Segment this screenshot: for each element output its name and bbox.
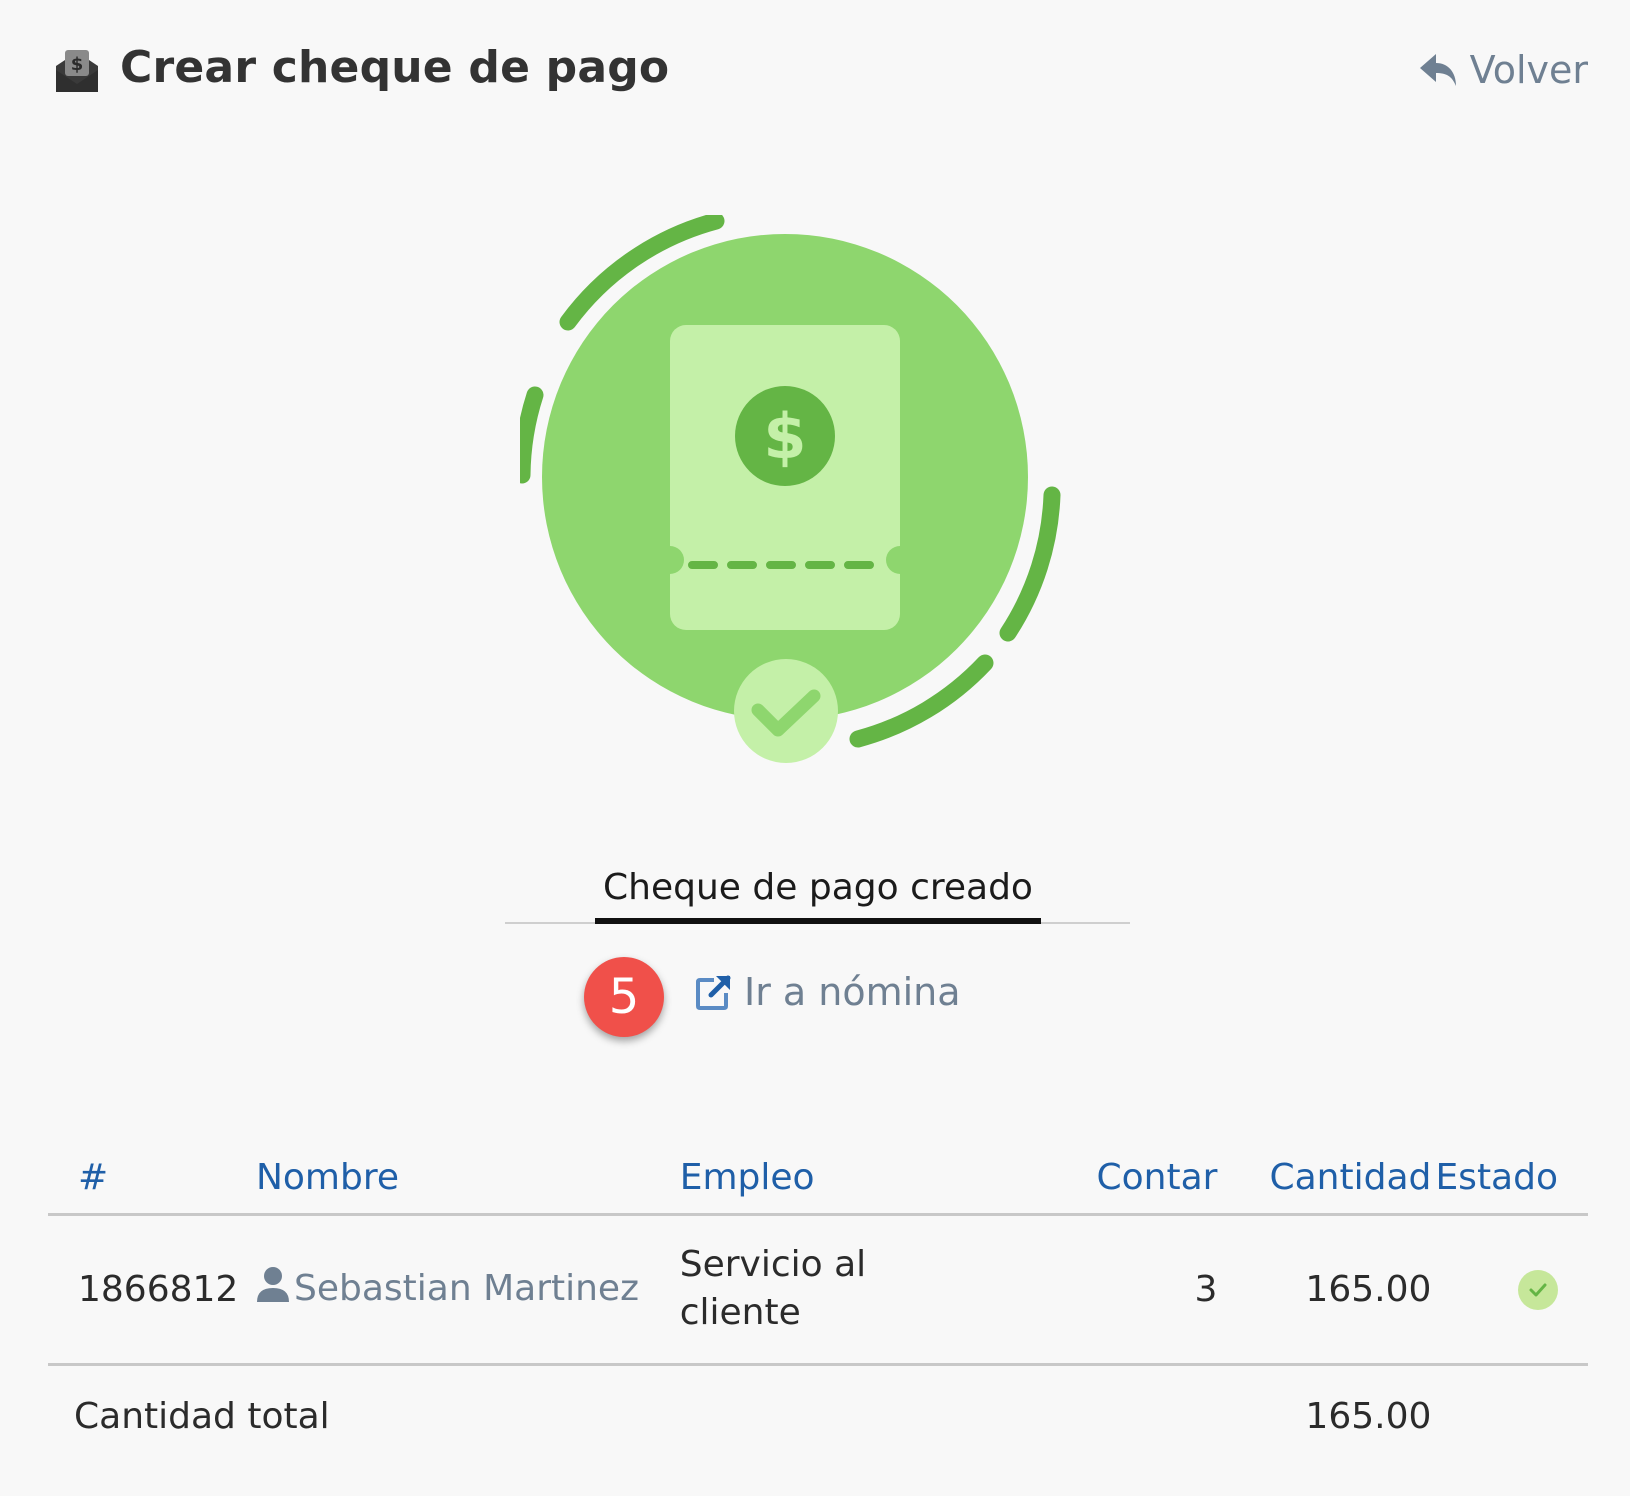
back-button-label: Volver [1469,48,1588,92]
success-tab[interactable]: Cheque de pago creado [505,860,1130,924]
status-ok-icon [1518,1270,1558,1310]
col-header-job[interactable]: Empleo [679,1150,980,1216]
external-link-icon [696,975,731,1010]
user-icon [256,1267,289,1302]
paycheck-success-icon: $ [520,215,1061,763]
col-header-count[interactable]: Contar [979,1150,1222,1216]
table-header-row: # Nombre Empleo Contar Cantidad Estado [48,1150,1588,1216]
row-id: 1866812 [48,1214,256,1366]
row-job: Servicio al cliente [679,1244,867,1333]
envelope-dollar-icon: $ [56,50,98,92]
total-row: Cantidad total 165.00 [48,1364,1588,1468]
go-to-payroll-label: Ir a nómina [744,970,961,1014]
total-label: Cantidad total [74,1396,330,1438]
svg-text:$: $ [71,54,84,75]
tab-paycheck-created[interactable]: Cheque de pago creado [595,860,1041,924]
back-button[interactable]: Volver [1418,48,1588,92]
total-status-cell [1435,1364,1588,1468]
table-row: 1866812 Sebastian Martinez Servicio al c… [48,1214,1588,1366]
employee-name: Sebastian Martinez [293,1268,639,1309]
paycheck-table: # Nombre Empleo Contar Cantidad Estado 1… [48,1150,1588,1468]
page-title: Crear cheque de pago [120,42,670,93]
col-header-id[interactable]: # [48,1150,256,1216]
row-amount: 165.00 [1221,1214,1436,1366]
svg-text:$: $ [763,400,806,473]
step-badge: 5 [584,957,664,1037]
total-amount: 165.00 [1305,1396,1432,1438]
page-header: $ Crear cheque de pago Volver [52,40,1588,110]
reply-arrow-icon [1419,54,1456,86]
col-header-name[interactable]: Nombre [255,1150,680,1216]
row-count: 3 [979,1214,1222,1366]
employee-name-link[interactable]: Sebastian Martinez [256,1265,680,1313]
col-header-status[interactable]: Estado [1435,1150,1588,1216]
col-header-amount[interactable]: Cantidad [1221,1150,1436,1216]
go-to-payroll-link[interactable]: Ir a nómina [694,970,961,1014]
